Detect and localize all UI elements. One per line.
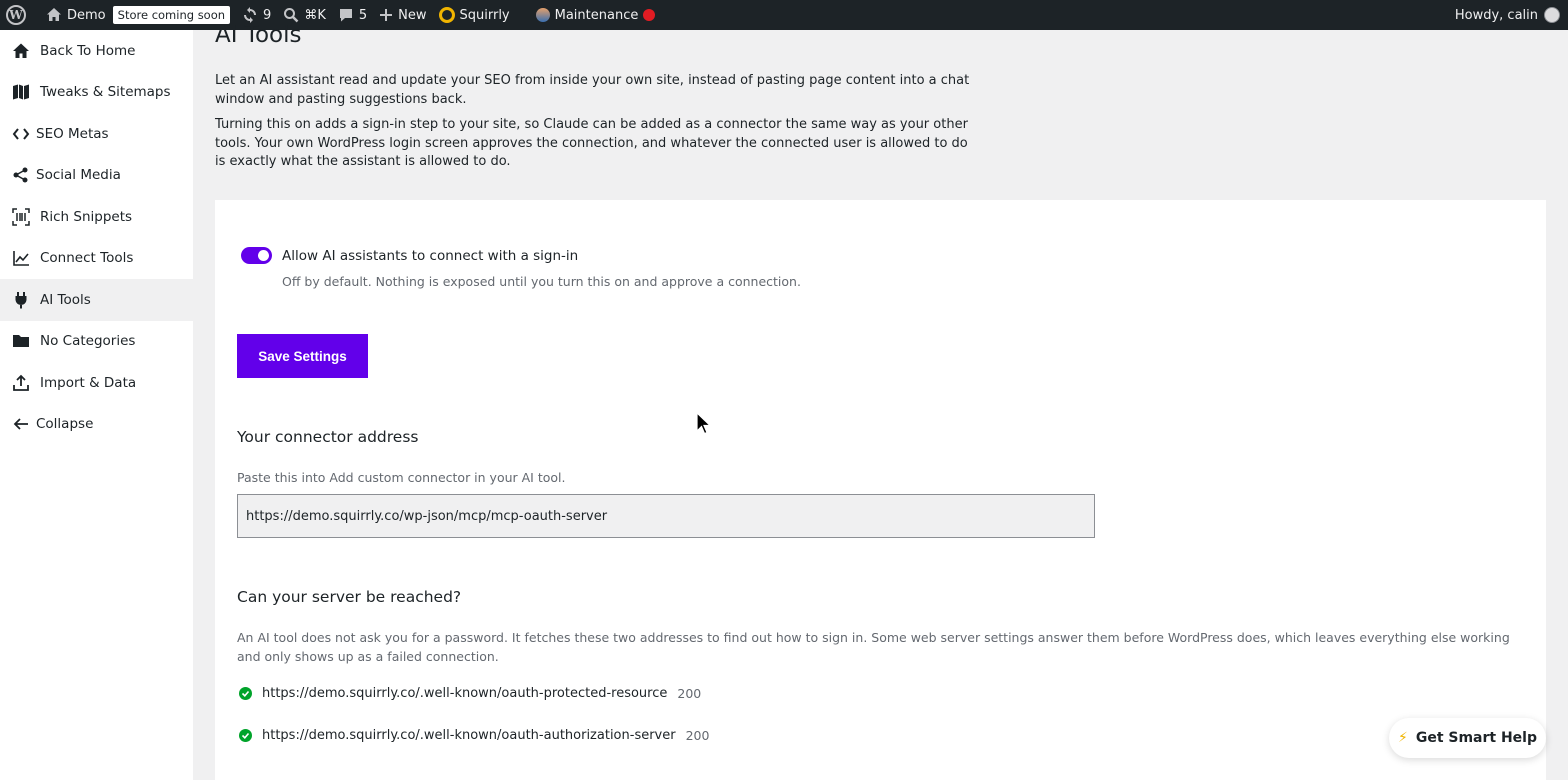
squirrly-icon: [438, 7, 455, 23]
upload-icon: [12, 374, 30, 392]
ai-connect-toggle-row: Allow AI assistants to connect with a si…: [241, 247, 578, 264]
wp-logo-menu[interactable]: W: [0, 0, 32, 30]
sidebar-item-label: SEO Metas: [36, 125, 109, 142]
sidebar-item-no-categories[interactable]: No Categories: [0, 321, 193, 363]
sidebar-item-label: Back To Home: [40, 42, 136, 59]
squirrly-menu[interactable]: Squirrly: [433, 0, 516, 30]
home-icon: [47, 8, 61, 21]
intro-paragraph-2: Turning this on adds a sign-in step to y…: [215, 117, 968, 169]
updates-count: 9: [263, 7, 272, 23]
lightning-icon: ⚡: [1397, 730, 1408, 746]
sidebar-item-tweaks-sitemaps[interactable]: Tweaks & Sitemaps: [0, 72, 193, 114]
barcode-icon: [12, 208, 30, 226]
site-name: Demo: [67, 7, 106, 23]
wordpress-icon: W: [6, 5, 26, 25]
page-title: AI Tools: [215, 22, 302, 48]
settings-card: Allow AI assistants to connect with a si…: [215, 200, 1546, 780]
check-circle-icon: [239, 687, 252, 700]
maintenance-menu[interactable]: Maintenance: [530, 0, 662, 30]
comments-count: 5: [358, 7, 368, 23]
search-shortcut: ⌘K: [304, 7, 326, 23]
comments-menu[interactable]: 5: [332, 0, 373, 30]
sidebar-item-label: Tweaks & Sitemaps: [40, 84, 171, 101]
check-row-protected-resource: https://demo.squirrly.co/.well-known/oau…: [239, 686, 701, 701]
new-content-menu[interactable]: New: [373, 0, 432, 30]
status-code: 200: [685, 728, 710, 743]
connector-section-title: Your connector address: [237, 428, 419, 446]
sidebar-item-label: Social Media: [36, 167, 121, 184]
reach-description: An AI tool does not ask you for a passwo…: [237, 630, 1510, 664]
site-name-menu[interactable]: Demo Store coming soon: [40, 0, 236, 30]
sidebar: Back To Home Tweaks & Sitemaps SEO Metas…: [0, 30, 193, 780]
new-label: New: [398, 7, 427, 23]
main-content: AI Tools Let an AI assistant read and up…: [193, 22, 1568, 780]
check-row-authorization-server: https://demo.squirrly.co/.well-known/oau…: [239, 728, 709, 743]
plug-icon: [12, 291, 30, 309]
sidebar-item-label: No Categories: [40, 333, 136, 350]
connector-description: Paste this into Add custom connector in …: [237, 470, 566, 485]
sidebar-item-ai-tools[interactable]: AI Tools: [0, 279, 193, 321]
check-url: https://demo.squirrly.co/.well-known/oau…: [262, 686, 668, 701]
check-circle-icon: [239, 729, 252, 742]
greeting: Howdy, calin: [1454, 7, 1538, 23]
toggle-label: Allow AI assistants to connect with a si…: [282, 247, 579, 264]
sidebar-item-rich-snippets[interactable]: Rich Snippets: [0, 196, 193, 238]
sidebar-item-social-media[interactable]: Social Media: [0, 155, 193, 197]
save-settings-button[interactable]: Save Settings: [237, 334, 368, 378]
sidebar-item-label: AI Tools: [40, 291, 91, 308]
ai-connect-toggle[interactable]: [241, 247, 272, 264]
maintenance-label: Maintenance: [554, 7, 639, 23]
connector-address-field[interactable]: [237, 494, 1095, 538]
folder-icon: [12, 332, 30, 350]
arrow-left-icon: [12, 415, 30, 433]
reach-section-title: Can your server be reached?: [237, 588, 462, 606]
toggle-description: Off by default. Nothing is exposed until…: [282, 274, 801, 289]
search-icon: [284, 8, 299, 23]
sidebar-item-connect-tools[interactable]: Connect Tools: [0, 238, 193, 280]
avatar: [1544, 7, 1560, 23]
sidebar-item-label: Collapse: [36, 416, 94, 433]
maintenance-status-dot: [643, 9, 656, 21]
status-code: 200: [677, 686, 702, 701]
comment-icon: [339, 9, 352, 22]
sidebar-item-label: Import & Data: [40, 374, 137, 391]
share-icon: [12, 166, 30, 184]
sidebar-collapse[interactable]: Collapse: [0, 404, 193, 446]
plus-icon: [380, 9, 393, 21]
chart-icon: [12, 249, 30, 267]
mouse-cursor-icon: [696, 412, 712, 435]
home-icon: [12, 42, 30, 60]
account-menu[interactable]: Howdy, calin: [1455, 0, 1560, 30]
sidebar-item-label: Rich Snippets: [40, 208, 133, 225]
sidebar-item-seo-metas[interactable]: SEO Metas: [0, 113, 193, 155]
sidebar-item-import-data[interactable]: Import & Data: [0, 362, 193, 404]
check-url: https://demo.squirrly.co/.well-known/oau…: [262, 728, 676, 743]
sidebar-item-back-to-home[interactable]: Back To Home: [0, 30, 193, 72]
map-icon: [12, 83, 30, 101]
squirrly-label: Squirrly: [459, 7, 510, 23]
intro-paragraph: Let an AI assistant read and update your…: [215, 73, 970, 107]
help-label: Get Smart Help: [1415, 730, 1538, 746]
code-icon: [12, 125, 30, 143]
get-smart-help-button[interactable]: ⚡ Get Smart Help: [1389, 718, 1546, 758]
refresh-icon: [244, 7, 257, 23]
sidebar-item-label: Connect Tools: [40, 250, 134, 267]
maintenance-icon: [535, 8, 550, 22]
store-status-badge[interactable]: Store coming soon: [112, 6, 231, 24]
